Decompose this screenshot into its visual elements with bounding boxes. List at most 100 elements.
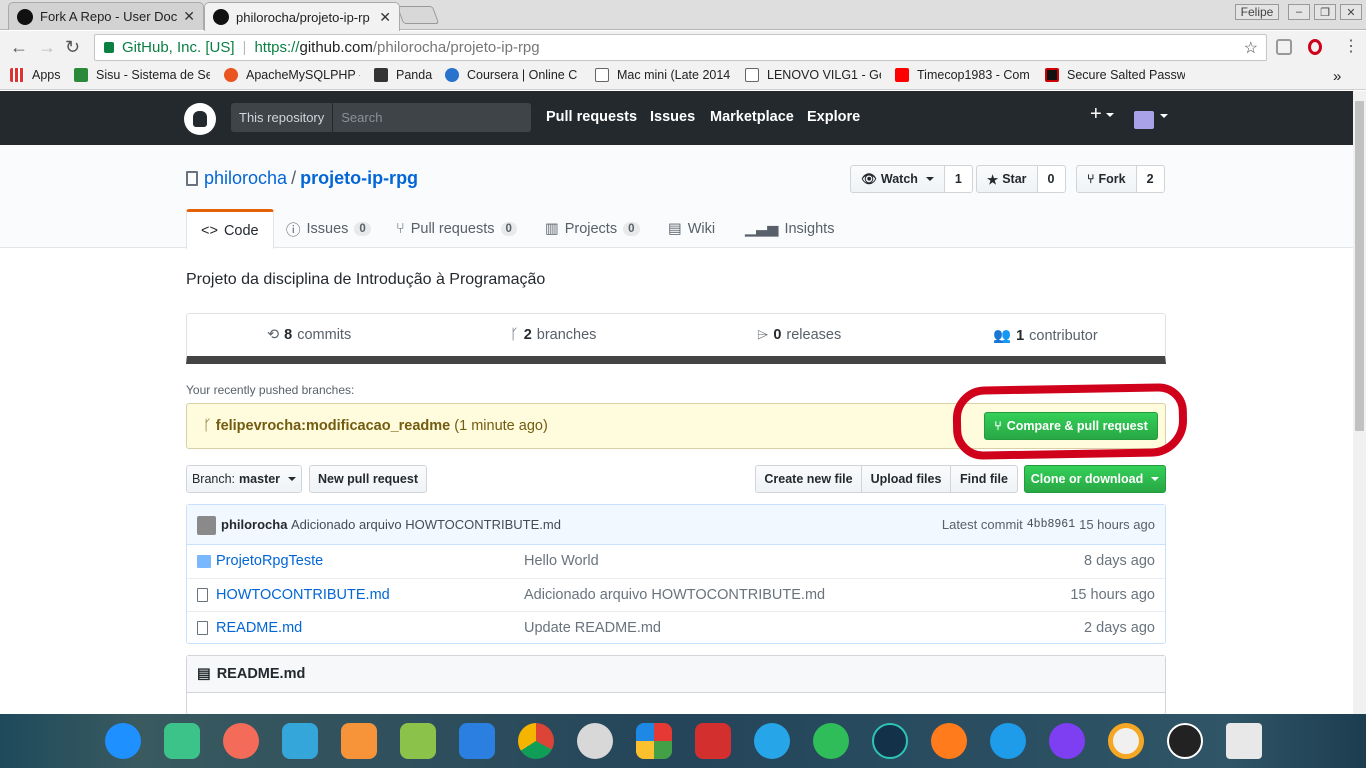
bookmark-item[interactable]: Timecop1983 - Com [895,68,1031,82]
chrome-icon[interactable] [518,723,554,759]
back-icon[interactable]: ← [10,37,28,58]
fork-count[interactable]: 2 [1136,165,1165,193]
create-new-file-button[interactable]: Create new file [755,465,862,493]
minimize-button[interactable]: – [1288,4,1310,20]
search-input[interactable] [333,103,524,132]
tab-issues[interactable]: ⓘ Issues 0 [272,209,385,249]
scrollbar-thumb[interactable] [1355,101,1364,431]
new-pull-request-button[interactable]: New pull request [309,465,427,493]
avatar-caret-icon[interactable] [1156,105,1168,121]
opera-extension-icon[interactable] [1308,39,1322,55]
new-tab-button[interactable] [396,6,440,24]
files-icon[interactable] [164,723,200,759]
video-icon[interactable] [459,723,495,759]
whatsapp-icon[interactable] [813,723,849,759]
star-button[interactable]: ★ Star [976,165,1038,193]
file-commit-message[interactable]: Update README.md [524,620,661,636]
reload-icon[interactable]: ↻ [65,37,80,58]
contributors-link[interactable]: 👥 1 contributor [993,327,1098,345]
camera-icon[interactable] [872,723,908,759]
nav-pull-requests[interactable]: Pull requests [546,109,637,125]
commit-message[interactable]: Adicionado arquivo HOWTOCONTRIBUTE.md [291,517,561,532]
profile-badge[interactable]: Felipe [1235,4,1279,20]
remmina-icon[interactable] [754,723,790,759]
menu-icon[interactable]: ⋮ [1343,36,1359,56]
nav-issues[interactable]: Issues [650,109,695,125]
upload-files-button[interactable]: Upload files [861,465,951,493]
browser-tab-strip: Fork A Repo - User Docu ✕ philorocha/pro… [0,0,1366,31]
create-new-icon[interactable]: + [1090,103,1114,126]
file-commit-message[interactable]: Adicionado arquivo HOWTOCONTRIBUTE.md [524,587,825,603]
bookmark-item[interactable]: Sisu - Sistema de Se [74,68,210,82]
commits-link[interactable]: ⟲ 8 commits [267,327,351,343]
watch-button[interactable]: 👁 Watch [850,165,945,193]
bookmark-item[interactable]: Secure Salted Passw [1045,68,1185,82]
bookmark-item[interactable]: Coursera | Online C [445,68,581,82]
file-commit-message[interactable]: Hello World [524,553,599,569]
bookmark-apps[interactable]: Apps [10,68,66,82]
tab-wiki[interactable]: ▤ Wiki [654,209,729,249]
vertical-scrollbar[interactable] [1353,91,1366,714]
clone-download-button[interactable]: Clone or download [1024,465,1166,493]
nav-explore[interactable]: Explore [807,109,860,125]
usb-icon[interactable] [282,723,318,759]
avatar[interactable] [1134,111,1154,129]
find-file-button[interactable]: Find file [950,465,1018,493]
bookmark-item[interactable]: Mac mini (Late 2014 [595,68,735,82]
presentation-icon[interactable] [223,723,259,759]
music-icon[interactable] [400,723,436,759]
extension-icon[interactable] [1276,39,1292,55]
trash-icon[interactable] [1226,723,1262,759]
wifi-icon[interactable] [990,723,1026,759]
close-tab-icon[interactable]: ✕ [183,8,195,25]
file-age: 2 days ago [1084,620,1155,636]
star-count[interactable]: 0 [1037,165,1066,193]
fork-button[interactable]: ⑂ Fork [1076,165,1137,193]
file-name-link[interactable]: README.md [216,620,302,636]
settings-icon[interactable] [577,723,613,759]
gallery-icon[interactable] [636,723,672,759]
tab-pull-requests[interactable]: ⑂ Pull requests 0 [382,209,531,249]
commit-author[interactable]: philorocha [221,517,287,532]
code-icon: <> [201,222,218,239]
avatar[interactable] [197,516,216,535]
branch-select-button[interactable]: Branch: master [186,465,302,493]
launcher-icon[interactable] [105,723,141,759]
address-bar[interactable]: GitHub, Inc. [US] | https://github.com/p… [94,34,1267,61]
file-name-link[interactable]: ProjetoRpgTeste [216,553,323,569]
tab-insights[interactable]: ▁▃▅ Insights [731,209,848,249]
book-icon: ▤ [197,666,211,682]
eject-icon[interactable] [931,723,967,759]
branches-link[interactable]: ᚴ 2 branches [510,327,596,343]
repo-name-link[interactable]: projeto-ip-rpg [300,168,418,188]
recent-branch-time: (1 minute ago) [454,418,548,434]
nav-marketplace[interactable]: Marketplace [710,109,794,125]
tab-code[interactable]: <> Code [186,209,274,249]
file-name-link[interactable]: HOWTOCONTRIBUTE.md [216,587,390,603]
power-icon[interactable] [1049,723,1085,759]
search-scope[interactable]: This repository [231,103,334,132]
project-icon: ▥ [545,221,559,237]
bookmark-item[interactable]: Panda [374,68,436,82]
browser-tab[interactable]: Fork A Repo - User Docu ✕ [8,2,204,30]
star-icon: ★ [987,172,999,187]
bookmark-star-icon[interactable]: ☆ [1244,38,1258,58]
tab-projects[interactable]: ▥ Projects 0 [531,209,654,249]
terminal-icon[interactable] [695,723,731,759]
store-icon[interactable] [341,723,377,759]
bookmarks-overflow[interactable]: » [1333,68,1341,85]
bookmark-item[interactable]: LENOVO VILG1 - Ge [745,68,881,82]
watch-count[interactable]: 1 [944,165,973,193]
commit-sha[interactable]: 4bb8961 [1027,517,1075,532]
bookmark-item[interactable]: ApacheMySQLPHP - [224,68,360,82]
close-window-button[interactable]: ✕ [1340,4,1362,20]
forward-icon[interactable]: → [38,37,56,58]
clock-icon[interactable] [1167,723,1203,759]
ring-icon[interactable] [1108,723,1144,759]
maximize-button[interactable]: ❐ [1314,4,1336,20]
github-logo-icon[interactable] [184,103,216,135]
releases-link[interactable]: ⌲ 0 releases [757,327,841,343]
close-tab-icon[interactable]: ✕ [379,9,391,26]
browser-tab-active[interactable]: philorocha/projeto-ip-rp ✕ [204,2,400,31]
repo-owner-link[interactable]: philorocha [204,168,287,188]
